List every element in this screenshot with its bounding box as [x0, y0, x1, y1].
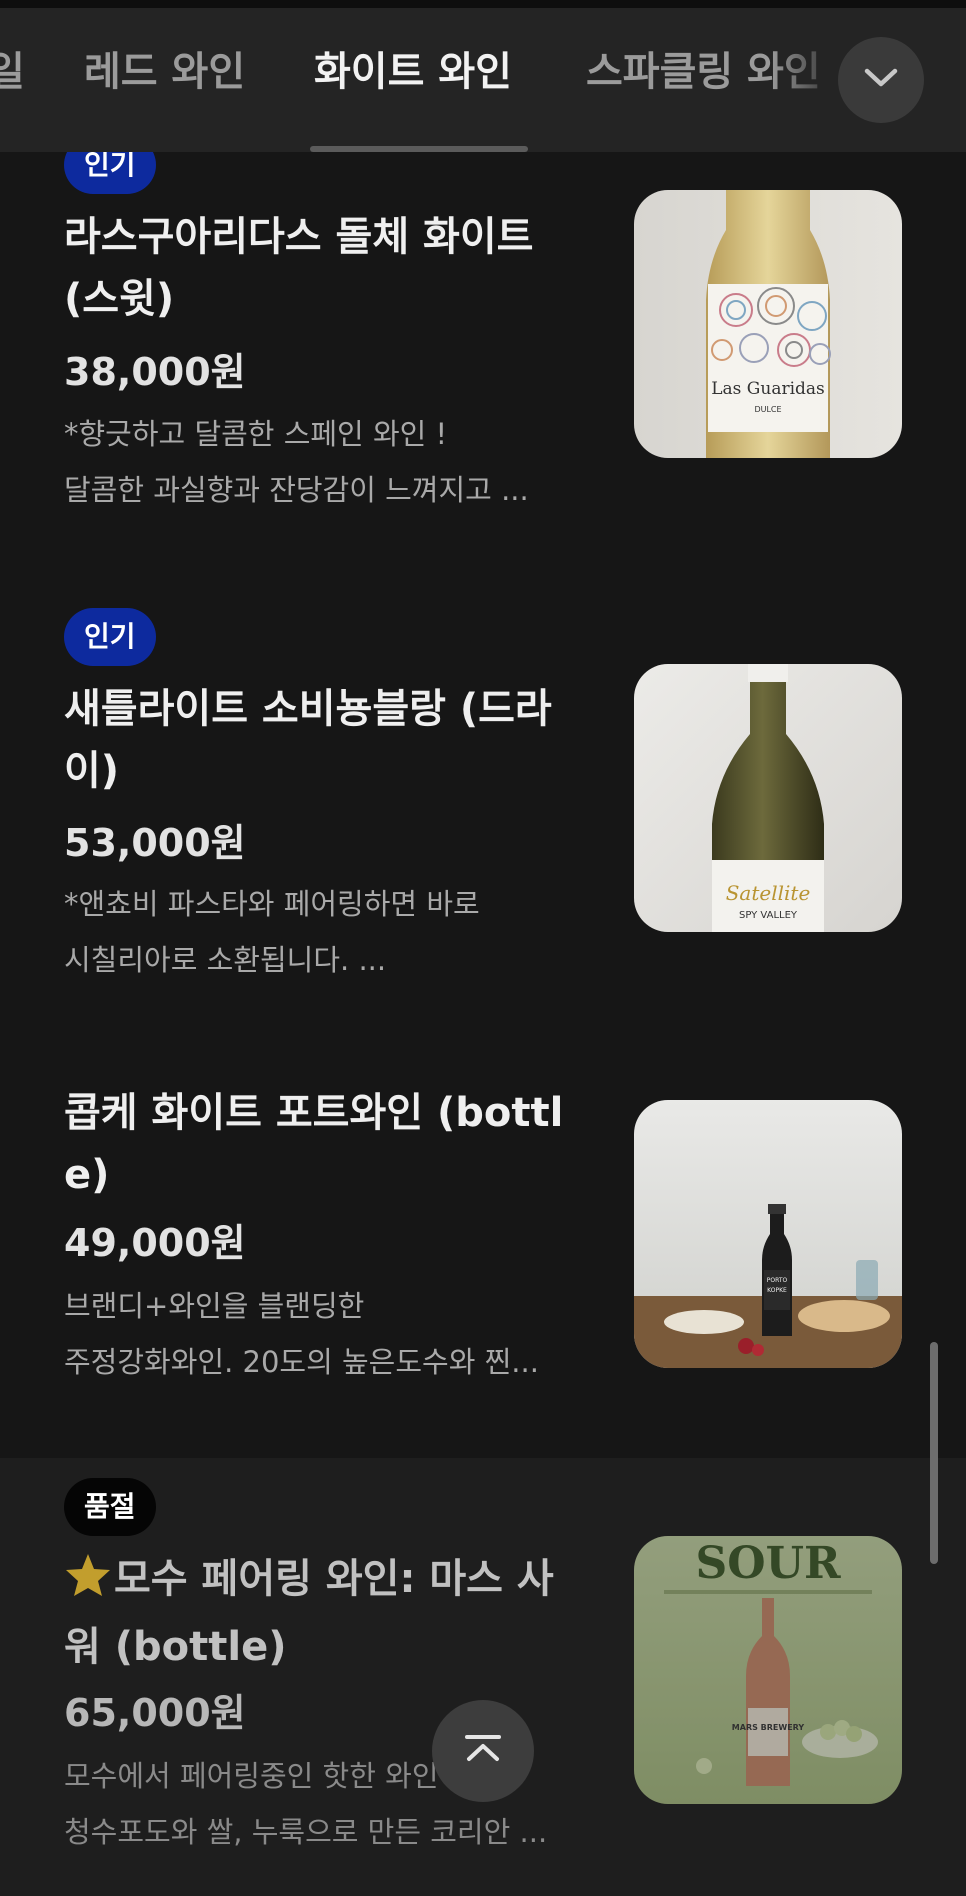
sold-out-badge: 품절 — [64, 1478, 156, 1536]
svg-text:PORTO: PORTO — [767, 1277, 788, 1284]
list-item[interactable]: 품절 모수 페어링 와인: 마스 사워 (bottle) 65,000원 모수에… — [0, 1458, 966, 1896]
svg-text:Las Guaridas: Las Guaridas — [711, 379, 825, 399]
satellite-bottle-image: Satellite SPY VALLEY — [634, 664, 902, 932]
list-item[interactable]: 인기 라스구아리다스 돌체 화이트 (스윗) 38,000원 *향긋하고 달콤한… — [0, 130, 966, 570]
popular-badge: 인기 — [64, 608, 156, 666]
tab-red-wine[interactable]: 레드 와인 — [84, 44, 245, 100]
item-title-text: 모수 페어링 와인: 마스 사워 (bottle) — [64, 1556, 554, 1670]
svg-text:Satellite: Satellite — [726, 881, 811, 905]
item-description-line: 청수포도와 쌀, 누룩으로 만든 코리안 ... — [64, 1815, 548, 1849]
item-price: 49,000원 — [64, 1221, 246, 1265]
mars-sour-poster-image: SOUR MARS BREWERY — [634, 1536, 902, 1804]
item-thumbnail[interactable]: Las Guaridas DULCE — [634, 190, 902, 458]
tab-previous-category[interactable]: 일 — [0, 44, 25, 100]
item-thumbnail[interactable]: Satellite SPY VALLEY — [634, 664, 902, 932]
item-description-line: 달콤한 과실향과 잔당감이 느껴지고 ... — [64, 473, 529, 507]
scrollbar-thumb[interactable] — [930, 1342, 938, 1564]
svg-text:DULCE: DULCE — [754, 405, 781, 414]
status-strip — [0, 0, 966, 8]
tab-white-wine[interactable]: 화이트 와인 — [314, 44, 512, 100]
item-price: 38,000원 — [64, 350, 246, 394]
item-description-line: 시칠리아로 소환됩니다. ... — [64, 943, 387, 977]
item-title: 모수 페어링 와인: 마스 사워 (bottle) — [64, 1548, 584, 1678]
kopke-port-bottle-image: PORTO KOPKE — [634, 1100, 902, 1368]
list-item[interactable]: 콥케 화이트 포트와인 (bottle) 49,000원 브랜디+와인을 블랜딩… — [0, 1040, 966, 1460]
star-icon — [64, 1552, 112, 1616]
item-description-line: *앤쵸비 파스타와 페어링하면 바로 — [64, 887, 480, 921]
item-description-line: 브랜디+와인을 블랜딩한 — [64, 1289, 365, 1323]
svg-text:MARS BREWERY: MARS BREWERY — [732, 1723, 805, 1732]
svg-text:KOPKE: KOPKE — [767, 1287, 787, 1294]
arrow-up-to-top-icon — [463, 1733, 503, 1769]
item-description: 브랜디+와인을 블랜딩한 주정강화와인. 20도의 높은도수와 찐... — [64, 1278, 584, 1390]
list-item[interactable]: 인기 새틀라이트 소비뇽블랑 (드라이) 53,000원 *앤쵸비 파스타와 페… — [0, 604, 966, 1000]
active-tab-indicator — [310, 146, 528, 152]
item-thumbnail[interactable]: PORTO KOPKE — [634, 1100, 902, 1368]
item-price: 65,000원 — [64, 1691, 246, 1735]
chevron-down-icon — [861, 66, 901, 94]
item-description-line: 주정강화와인. 20도의 높은도수와 찐... — [64, 1345, 539, 1379]
item-description: *향긋하고 달콤한 스페인 와인 ! 달콤한 과실향과 잔당감이 느껴지고 ..… — [64, 406, 584, 518]
item-title: 라스구아리다스 돌체 화이트 (스윗) — [64, 214, 534, 322]
item-price: 53,000원 — [64, 821, 246, 865]
scroll-to-top-button[interactable] — [432, 1700, 534, 1802]
item-title: 새틀라이트 소비뇽블랑 (드라이) — [64, 686, 552, 794]
item-title: 콥케 화이트 포트와인 (bottle) — [64, 1090, 564, 1198]
category-tab-bar: 일 레드 와인 화이트 와인 스파클링 와인 — [0, 0, 966, 152]
item-description: *앤쵸비 파스타와 페어링하면 바로 시칠리아로 소환됩니다. ... — [64, 876, 584, 988]
item-description-line: *향긋하고 달콤한 스페인 와인 ! — [64, 417, 448, 451]
svg-text:SPY VALLEY: SPY VALLEY — [739, 910, 798, 921]
item-thumbnail[interactable]: SOUR MARS BREWERY — [634, 1536, 902, 1804]
wine-menu-screen: 일 레드 와인 화이트 와인 스파클링 와인 인기 라스구아리다스 돌체 화이트… — [0, 0, 966, 1896]
expand-categories-button[interactable] — [838, 37, 924, 123]
las-guaridas-bottle-image: Las Guaridas DULCE — [634, 190, 902, 458]
svg-text:SOUR: SOUR — [695, 1538, 840, 1589]
